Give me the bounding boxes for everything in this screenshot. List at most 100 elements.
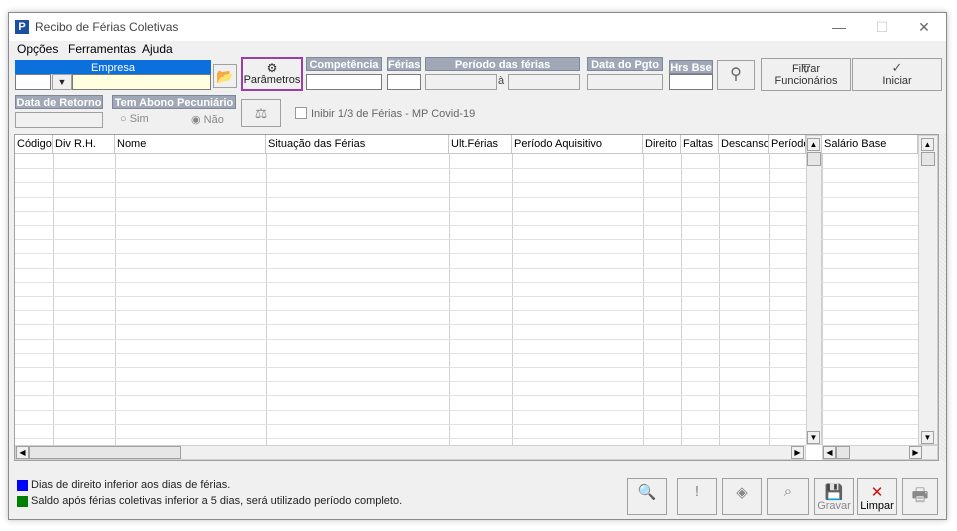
row-line (822, 310, 918, 311)
row-line (822, 339, 918, 340)
warning-icon: ! (694, 483, 700, 500)
menu-ajuda[interactable]: Ajuda (142, 42, 173, 56)
ferias-input[interactable] (387, 74, 421, 90)
print-button[interactable]: 🖶 (902, 478, 938, 515)
settings-button[interactable]: ◈ (722, 478, 762, 515)
row-line (822, 168, 918, 169)
parametros-button[interactable]: ⚙ Parâmetros (241, 57, 303, 91)
col-header[interactable]: Situação das Férias (266, 135, 449, 154)
periodo-ferias-label: Período das férias (425, 57, 580, 71)
gravar-button[interactable]: 💾 Gravar (814, 478, 854, 515)
col-divider (719, 154, 720, 460)
folder-icon: 📂 (216, 68, 234, 84)
row-line (822, 395, 918, 396)
iniciar-label: Iniciar (882, 75, 912, 87)
col-header[interactable]: Ult.Férias (449, 135, 512, 154)
row-line (15, 367, 806, 368)
row-line (822, 268, 918, 269)
scroll-right-button-right[interactable]: ▶ (909, 446, 922, 459)
limpar-button[interactable]: ✕ Limpar (857, 478, 897, 515)
search-button[interactable]: ⌕ (767, 478, 809, 515)
vertical-scrollbar-right[interactable] (918, 135, 938, 445)
parametros-label: Parâmetros (243, 74, 301, 86)
hrs-bse-input[interactable] (669, 74, 713, 90)
scroll-thumb[interactable] (807, 152, 821, 166)
col-header[interactable]: Faltas (681, 135, 719, 154)
col-header-right[interactable]: Salário Base (822, 135, 918, 154)
save-icon: 💾 (824, 484, 844, 501)
abono-sim-radio[interactable]: ○ Sim (120, 113, 149, 125)
row-line (822, 239, 918, 240)
empresa-name-input[interactable] (72, 74, 211, 90)
row-line (15, 239, 806, 240)
row-line (15, 225, 806, 226)
calc-button[interactable]: ⚖ (241, 99, 281, 127)
scroll-up-button[interactable]: ▲ (807, 138, 820, 151)
x-icon: ✕ (870, 484, 884, 501)
row-line (15, 395, 806, 396)
menu-opcoes[interactable]: Opções (17, 42, 58, 56)
row-line (822, 182, 918, 183)
data-pgto-input[interactable] (587, 74, 663, 90)
scroll-left-button[interactable]: ◀ (16, 446, 29, 459)
scroll-down-button-right[interactable]: ▼ (921, 431, 934, 444)
empresa-dropdown-button[interactable]: ▼ (52, 74, 72, 90)
row-line (15, 197, 806, 198)
close-button[interactable]: ✕ (909, 17, 939, 37)
scroll-up-button-right[interactable]: ▲ (921, 138, 934, 151)
tool-button[interactable]: ⚲ (717, 60, 755, 90)
menu-ferramentas[interactable]: Ferramentas (68, 42, 136, 56)
row-line (15, 310, 806, 311)
abono-nao-radio[interactable]: ◉ Não (191, 113, 224, 126)
row-line (822, 367, 918, 368)
empresa-label: Empresa (15, 60, 211, 74)
empresa-code-input[interactable] (15, 74, 51, 90)
h-scroll-thumb[interactable] (29, 446, 181, 459)
inibir-checkbox[interactable]: Inibir 1/3 de Férias - MP Covid-19 (295, 107, 475, 120)
legend-green-square (17, 496, 28, 507)
iniciar-button[interactable]: ✓ Iniciar (852, 58, 942, 91)
periodo-separator: à (498, 75, 505, 87)
grid-resize-area (940, 134, 946, 461)
col-divider (449, 154, 450, 460)
calculator-icon: ⚖ (254, 105, 268, 121)
row-line (15, 211, 806, 212)
competencia-input[interactable] (306, 74, 382, 90)
diamond-icon: ◈ (736, 484, 748, 501)
filtrar-funcionarios-button[interactable]: ▽ Filtrar Funcionários (761, 58, 851, 91)
periodo-inicio-input[interactable] (425, 74, 497, 90)
vertical-scrollbar-left[interactable] (806, 135, 822, 445)
checkbox-icon (295, 107, 307, 119)
scroll-down-button[interactable]: ▼ (807, 431, 820, 444)
row-line (15, 424, 806, 425)
col-header[interactable]: Direito (643, 135, 681, 154)
col-header[interactable]: Período Aquisitivo (512, 135, 643, 154)
ferias-label: Férias (387, 57, 421, 71)
open-folder-button[interactable]: 📂 (213, 64, 237, 88)
radio-selected-icon: ◉ (191, 114, 201, 126)
row-line (15, 381, 806, 382)
alert-button[interactable]: ! (677, 478, 717, 515)
row-line (15, 253, 806, 254)
preview-button[interactable]: 🔍 (627, 478, 667, 515)
scroll-right-button[interactable]: ▶ (791, 446, 804, 459)
h-scroll-thumb-right[interactable] (836, 446, 850, 459)
col-header[interactable]: Descanso (719, 135, 769, 154)
scroll-left-button-right[interactable]: ◀ (823, 446, 836, 459)
data-retorno-input[interactable] (15, 112, 103, 128)
data-pgto-label: Data do Pgto (587, 57, 663, 71)
scroll-thumb-right[interactable] (921, 152, 935, 166)
periodo-fim-input[interactable] (508, 74, 580, 90)
col-header[interactable]: Div R.H. (53, 135, 115, 154)
row-line (822, 296, 918, 297)
row-line (15, 268, 806, 269)
col-header[interactable]: Período (769, 135, 806, 154)
row-line (822, 211, 918, 212)
col-divider (643, 154, 644, 460)
minimize-button[interactable]: — (824, 17, 854, 37)
printer-icon: 🖶 (911, 485, 929, 505)
row-line (822, 253, 918, 254)
col-header[interactable]: Nome (115, 135, 266, 154)
col-header[interactable]: Código (15, 135, 53, 154)
maximize-button[interactable]: ☐ (867, 17, 897, 37)
